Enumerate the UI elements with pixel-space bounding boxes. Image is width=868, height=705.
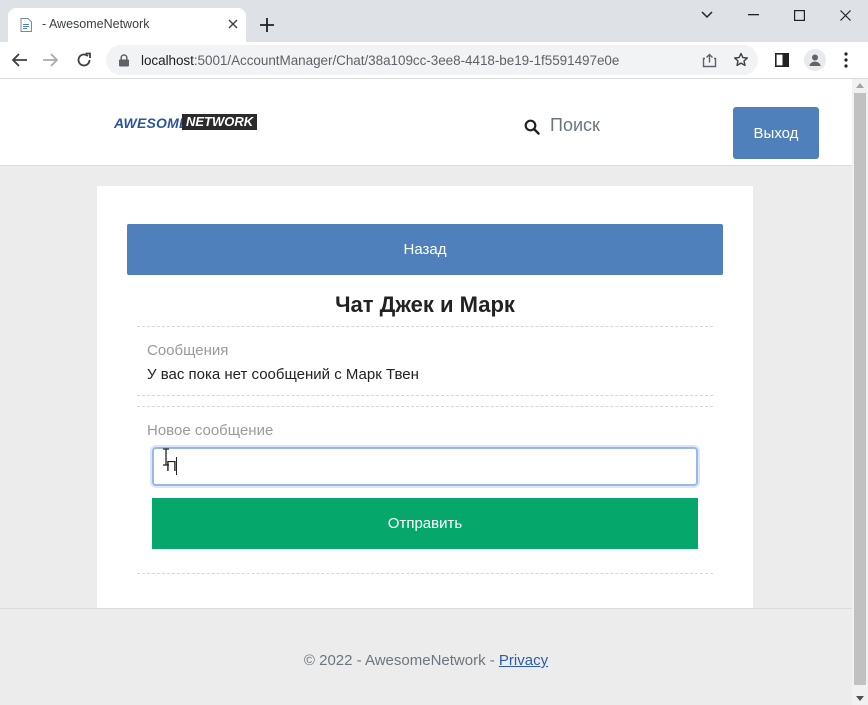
chat-title: Чат Джек и Марк xyxy=(335,292,515,317)
tab-search-chevron-icon[interactable] xyxy=(698,6,716,24)
divider xyxy=(137,395,713,396)
logout-button[interactable]: Выход xyxy=(733,107,819,159)
browser-tab-bar: - AwesomeNetwork xyxy=(0,0,868,42)
more-menu-icon[interactable] xyxy=(836,50,856,70)
site-logo[interactable]: AWESOME NETWORK xyxy=(108,113,268,135)
minimize-icon[interactable] xyxy=(744,6,762,24)
text-caret xyxy=(176,457,177,475)
reload-icon[interactable] xyxy=(74,50,94,70)
divider xyxy=(137,406,713,407)
search-link[interactable]: Поиск xyxy=(550,115,600,136)
messages-label: Сообщения xyxy=(147,342,229,359)
back-arrow-icon[interactable] xyxy=(10,50,30,70)
forward-arrow-icon[interactable] xyxy=(40,50,60,70)
site-footer: © 2022 - AwesomeNetwork - Privacy xyxy=(0,608,852,705)
new-tab-icon[interactable] xyxy=(258,16,276,34)
new-message-label: Новое сообщение xyxy=(147,422,274,439)
browser-toolbar: localhost:5001/AccountManager/Chat/38a10… xyxy=(0,42,868,79)
profile-avatar-icon[interactable] xyxy=(804,49,826,71)
logo-awesome-text: AWESOME xyxy=(114,115,189,131)
vertical-scrollbar[interactable] xyxy=(852,79,868,705)
no-messages-text: У вас пока нет сообщений с Марк Твен xyxy=(147,366,419,383)
chat-card: Назад Чат Джек и Марк Сообщения У вас по… xyxy=(97,186,753,609)
close-window-icon[interactable] xyxy=(836,6,854,24)
share-icon[interactable] xyxy=(700,51,718,69)
url-text: localhost:5001/AccountManager/Chat/38a10… xyxy=(141,53,620,68)
close-tab-icon[interactable] xyxy=(224,15,242,33)
browser-tab[interactable]: - AwesomeNetwork xyxy=(8,8,246,42)
privacy-link[interactable]: Privacy xyxy=(499,652,548,669)
side-panel-icon[interactable] xyxy=(772,50,792,70)
scroll-down-arrow-icon[interactable] xyxy=(856,696,864,701)
address-bar[interactable]: localhost:5001/AccountManager/Chat/38a10… xyxy=(106,45,758,75)
scroll-up-arrow-icon[interactable] xyxy=(856,83,864,88)
divider xyxy=(137,326,713,327)
scroll-thumb[interactable] xyxy=(854,93,866,685)
text-cursor-icon xyxy=(163,448,169,466)
back-button[interactable]: Назад xyxy=(127,224,723,275)
search-icon[interactable] xyxy=(524,119,540,135)
page-viewport: AWESOME NETWORK Поиск Выход Назад Чат Дж… xyxy=(0,79,852,705)
footer-text: © 2022 - AwesomeNetwork - Privacy xyxy=(0,652,852,669)
tab-title: - AwesomeNetwork xyxy=(42,17,150,31)
page-favicon-icon xyxy=(20,18,32,32)
new-message-input[interactable]: П xyxy=(152,447,698,486)
send-button[interactable]: Отправить xyxy=(152,498,698,549)
maximize-icon[interactable] xyxy=(790,6,808,24)
site-header: AWESOME NETWORK Поиск Выход xyxy=(0,79,852,166)
logo-network-text: NETWORK xyxy=(182,114,258,130)
copyright-text: © 2022 - AwesomeNetwork - xyxy=(303,652,499,669)
divider xyxy=(137,573,713,574)
lock-icon[interactable] xyxy=(118,54,130,67)
bookmark-star-icon[interactable] xyxy=(732,51,750,69)
